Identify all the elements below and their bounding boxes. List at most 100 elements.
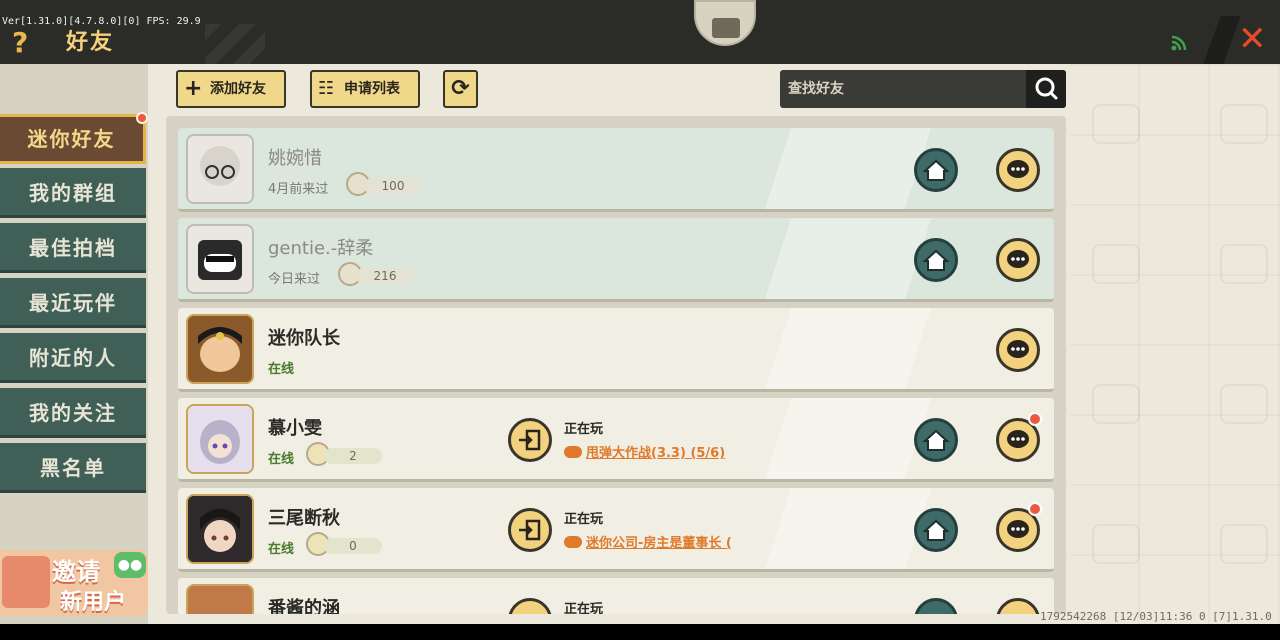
house-icon <box>922 249 950 271</box>
refresh-icon: ⟳ <box>451 76 470 101</box>
friend-name: gentie.-辞柔 <box>268 238 374 259</box>
friend-status: 4月前来过 <box>268 182 329 197</box>
close-x-icon[interactable]: ✕ <box>1238 22 1267 56</box>
request-list-button[interactable]: ☷ 申请列表 <box>310 70 420 108</box>
playing-label: 正在玩 <box>564 512 604 527</box>
friend-row[interactable]: 迷你队长 在线 <box>178 308 1054 392</box>
home-button[interactable] <box>914 598 958 614</box>
home-button[interactable] <box>914 508 958 552</box>
enter-icon <box>519 519 541 541</box>
decor-ghost-icon <box>1220 244 1268 284</box>
friend-level: 0 <box>324 538 382 554</box>
friend-row[interactable]: gentie.-辞柔 今日来过 216 <box>178 218 1054 302</box>
chat-button[interactable] <box>996 238 1040 282</box>
friend-status: 在线 <box>268 452 295 467</box>
invite-line1: 邀请 <box>52 558 100 586</box>
sidebar-item-best-partner[interactable]: 最佳拍档 <box>0 223 146 273</box>
search-box <box>780 70 1066 108</box>
sidebar-item-nearby[interactable]: 附近的人 <box>0 333 146 383</box>
chat-button[interactable] <box>996 598 1040 614</box>
search-icon <box>1035 77 1058 100</box>
sidebar-item-following[interactable]: 我的关注 <box>0 388 146 438</box>
friend-name: 番酱的涵 <box>268 598 340 614</box>
avatar[interactable] <box>186 584 254 614</box>
gift-icon <box>2 556 50 608</box>
avatar[interactable] <box>186 134 254 204</box>
sidebar-item-mini-friends[interactable]: 迷你好友 <box>0 114 146 164</box>
home-button[interactable] <box>914 238 958 282</box>
center-tab-badge[interactable] <box>694 0 756 46</box>
enter-icon <box>519 429 541 451</box>
join-game-button[interactable] <box>508 418 552 462</box>
row-highlight <box>764 308 932 389</box>
game-link[interactable]: 迷你公司-房主是董事长 ( <box>564 532 732 551</box>
decor-divider <box>1203 16 1241 64</box>
playing-label: 正在玩 <box>564 602 604 614</box>
search-button[interactable] <box>1026 70 1066 108</box>
sidebar-item-recent-players[interactable]: 最近玩伴 <box>0 278 146 328</box>
friend-status: 今日来过 <box>268 272 321 287</box>
chat-button[interactable] <box>996 328 1040 372</box>
avatar[interactable] <box>186 224 254 294</box>
decor-ghost-icon <box>1092 104 1140 144</box>
chat-bubble-icon <box>1007 520 1029 538</box>
gamepad-icon <box>564 536 582 548</box>
request-list-label: 申请列表 <box>344 81 400 97</box>
background-pattern <box>1070 64 1280 624</box>
friend-name: 姚婉惜 <box>268 148 322 169</box>
search-input[interactable] <box>788 70 1024 108</box>
game-link[interactable]: 甩弹大作战(3.3) (5/6) <box>564 442 725 461</box>
avatar[interactable] <box>186 494 254 564</box>
decor-ghost-icon <box>1092 384 1140 424</box>
house-icon <box>922 159 950 181</box>
chat-bubble-icon <box>1007 430 1029 448</box>
invite-line2: 新用户 <box>60 590 127 615</box>
friend-status: 在线 <box>268 362 295 377</box>
puzzle-icon <box>712 18 740 38</box>
avatar-image <box>188 496 252 562</box>
add-friend-button[interactable]: + 添加好友 <box>176 70 286 108</box>
wechat-icon: ●● <box>114 552 146 578</box>
sidebar-item-blacklist[interactable]: 黑名单 <box>0 443 146 493</box>
home-button[interactable] <box>914 418 958 462</box>
list-icon: ☷ <box>318 78 335 99</box>
chat-bubble-icon <box>1007 250 1029 268</box>
house-icon <box>922 519 950 541</box>
decor-ghost-icon <box>1220 384 1268 424</box>
join-game-button[interactable] <box>508 598 552 614</box>
home-button[interactable] <box>914 148 958 192</box>
avatar-image <box>200 146 240 186</box>
decor-ghost-icon <box>1092 524 1140 564</box>
footer-debug-text: 1792542268 [12/03]11:36 0 [7]1.31.0 <box>1040 610 1272 623</box>
friend-row[interactable]: 慕小雯 在线 2 正在玩 甩弹大作战(3.3) (5/6) <box>178 398 1054 482</box>
friend-row[interactable]: 番酱的涵 正在玩 <box>178 578 1054 614</box>
avatar-image <box>188 316 252 382</box>
friends-screen: Ver[1.31.0][4.7.8.0][0] FPS: 29.9 ? 好友 ✕… <box>0 0 1280 640</box>
chat-bubble-icon <box>1007 340 1029 358</box>
invite-new-user-banner[interactable]: 邀请 新用户 ●● <box>0 550 148 616</box>
playing-label: 正在玩 <box>564 422 604 437</box>
chat-button[interactable] <box>996 148 1040 192</box>
friend-level: 216 <box>356 268 414 284</box>
decor-ghost-icon <box>1220 524 1268 564</box>
chat-bubble-icon <box>1007 160 1029 178</box>
refresh-button[interactable]: ⟳ <box>443 70 478 108</box>
bottom-bar <box>0 624 1280 640</box>
avatar-image <box>198 240 242 280</box>
avatar-image <box>188 406 252 472</box>
friend-name: 三尾断秋 <box>268 508 340 529</box>
decor-ghost-icon <box>1092 244 1140 284</box>
friend-row[interactable]: 姚婉惜 4月前来过 100 <box>178 128 1054 212</box>
join-game-button[interactable] <box>508 508 552 552</box>
signal-icon <box>1171 35 1187 51</box>
house-icon <box>922 429 950 451</box>
decor-ghost-icon <box>1220 104 1268 144</box>
friend-name: 迷你队长 <box>268 328 340 349</box>
sidebar-item-my-groups[interactable]: 我的群组 <box>0 168 146 218</box>
avatar[interactable] <box>186 314 254 384</box>
friend-level: 100 <box>364 178 422 194</box>
notification-dot <box>136 112 148 124</box>
friend-row[interactable]: 三尾断秋 在线 0 正在玩 迷你公司-房主是董事长 ( <box>178 488 1054 572</box>
avatar[interactable] <box>186 404 254 474</box>
question-mark-icon[interactable]: ? <box>12 26 28 59</box>
